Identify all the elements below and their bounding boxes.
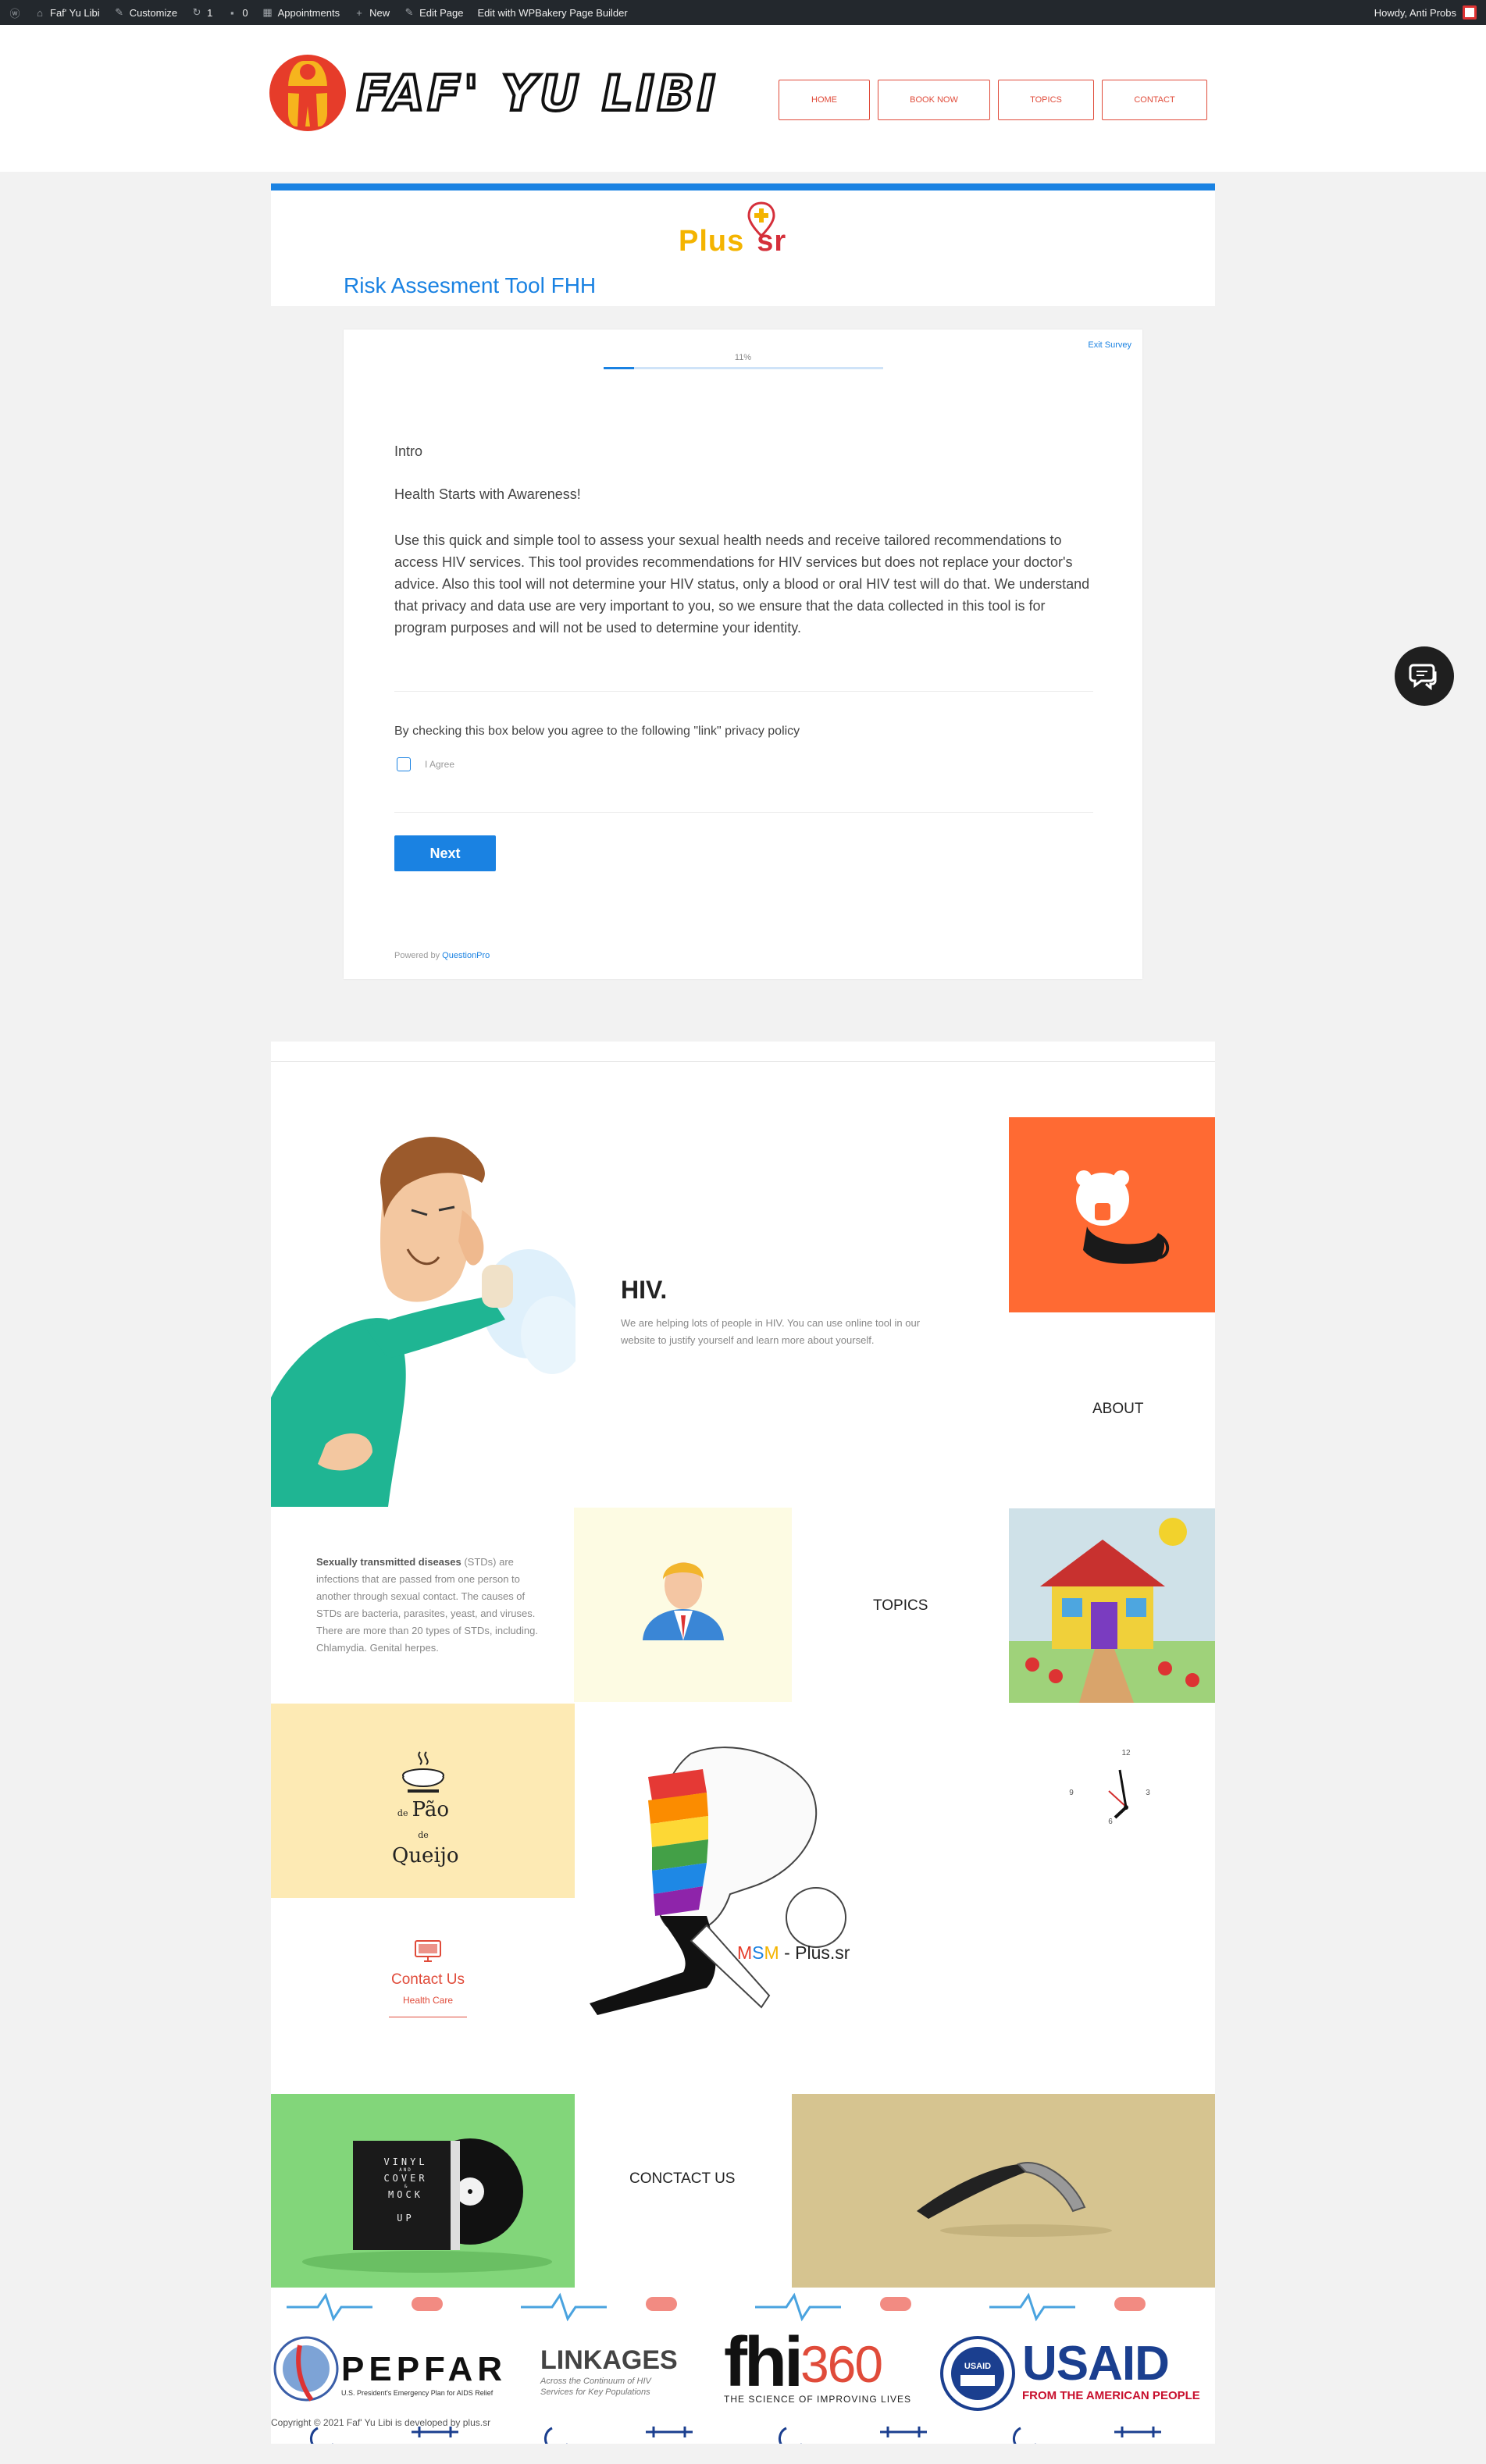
conctact-us-link[interactable]: CONCTACT US — [629, 2170, 735, 2188]
divider — [394, 691, 1093, 692]
account-menu[interactable]: Howdy, Anti Probs — [1374, 5, 1477, 20]
brush-icon: ✎ — [115, 6, 124, 18]
next-button[interactable]: Next — [394, 835, 496, 871]
folding-knife-image — [917, 2162, 1112, 2237]
updates-link[interactable]: ↻ 1 — [191, 6, 213, 19]
pepfar-seal-icon — [273, 2336, 339, 2402]
accent-bar — [271, 183, 1215, 190]
clock-icon: 12 3 6 9 — [1069, 1749, 1150, 1826]
topics-image-tile[interactable] — [574, 1508, 792, 1702]
survey-panel: Exit Survey 11% Intro Health Starts with… — [344, 329, 1142, 979]
msm-label: MSM - Plus.sr — [737, 1942, 850, 1963]
std-text: Sexually transmitted diseases (STDs) are… — [316, 1556, 538, 1654]
home-icon: ⌂ — [37, 6, 43, 19]
question-body: Use this quick and simple tool to assess… — [394, 532, 1090, 636]
chat-icon — [1409, 664, 1437, 690]
questionpro-link[interactable]: QuestionPro — [442, 951, 490, 960]
edit-page-link[interactable]: ✎ Edit Page — [404, 6, 464, 19]
site-header: FAF' YU LIBI HOME BOOK NOW TOPICS CONTAC… — [0, 25, 1486, 172]
avatar — [1463, 5, 1477, 20]
svg-text:12: 12 — [1121, 1749, 1131, 1757]
svg-text:3: 3 — [1146, 1789, 1150, 1797]
divider — [394, 812, 1093, 813]
nav-home[interactable]: HOME — [779, 80, 870, 120]
pepfar-logo[interactable] — [273, 2330, 340, 2412]
wp-logo-menu[interactable]: ⓦ — [9, 7, 20, 20]
nav-topics[interactable]: TOPICS — [998, 80, 1094, 120]
contact-us-card[interactable]: Contact Us Health Care — [389, 1939, 467, 2017]
usaid-logo[interactable]: USAID FROM THE AMERICAN PEOPLE — [1022, 2339, 1200, 2403]
vinyl-cover-text: VINYL AND COVER & MOCK UP — [383, 2156, 428, 2224]
house-drawing-image — [1009, 1508, 1215, 1703]
powered-by: Powered by QuestionPro — [394, 951, 490, 960]
content-footer-strip — [271, 1042, 1215, 1062]
topics-link[interactable]: TOPICS — [873, 1597, 928, 1615]
appointments-link[interactable]: ▦ Appointments — [262, 6, 340, 19]
about-link[interactable]: ABOUT — [1092, 1401, 1143, 1418]
coughing-man-illustration — [271, 1116, 576, 1507]
location-plus-icon — [747, 201, 775, 237]
nav-contact[interactable]: CONTACT — [1102, 80, 1207, 120]
agree-option[interactable]: I Agree — [397, 757, 454, 771]
progress-label: 11% — [734, 353, 752, 362]
wp-admin-bar: ⓦ ⌂ Faf' Yu Libi ✎ Customize ↻ 1 ▪ 0 ▦ Appoin… — [0, 0, 1486, 25]
svg-text:6: 6 — [1108, 1818, 1113, 1826]
refresh-icon: ↻ — [192, 6, 201, 18]
linkages-logo[interactable]: LINKAGES Across the Continuum of HIV Ser… — [540, 2345, 678, 2398]
vinyl-mockup-tile[interactable]: VINYL AND COVER & MOCK UP — [271, 2094, 575, 2288]
question-heading: Health Starts with Awareness! — [394, 486, 581, 502]
businessman-icon — [643, 1562, 724, 1640]
agree-label[interactable]: I Agree — [425, 759, 454, 770]
progress-bar — [604, 367, 883, 369]
comments-link[interactable]: ▪ 0 — [226, 7, 248, 19]
nav-book-now[interactable]: BOOK NOW — [878, 80, 990, 120]
pao-de-queijo-logo: de Pão de Queijo — [392, 1750, 458, 1866]
calendar-icon: ▦ — [262, 6, 273, 18]
house-drawing-tile[interactable] — [1009, 1508, 1215, 1703]
sponsor-logos: PEPFAR U.S. President's Emergency Plan f… — [271, 2327, 1215, 2412]
wpbakery-link[interactable]: Edit with WPBakery Page Builder — [477, 7, 627, 19]
monitor-icon — [415, 1940, 441, 1962]
hiv-text: We are helping lots of people in HIV. Yo… — [621, 1317, 921, 1346]
exit-survey-link[interactable]: Exit Survey — [1088, 340, 1131, 350]
customize-link[interactable]: ✎ Customize — [114, 6, 177, 19]
main-nav: HOME BOOK NOW TOPICS CONTACT — [779, 80, 1207, 120]
logo-figure-icon — [269, 55, 346, 131]
contact-us-subtitle: Health Care — [402, 1995, 454, 2006]
svg-text:USAID: USAID — [964, 2362, 991, 2371]
new-content-menu[interactable]: + New — [354, 7, 390, 19]
polar-bear-icon — [1076, 1170, 1170, 1264]
health-pattern-band — [271, 2288, 1215, 2327]
knife-image-tile[interactable] — [792, 2094, 1215, 2288]
wordpress-icon: ⓦ — [9, 7, 20, 20]
chat-button[interactable] — [1395, 646, 1454, 706]
site-logo[interactable]: FAF' YU LIBI — [269, 55, 718, 131]
msm-illustration — [574, 1738, 871, 2019]
clock-widget: 12 3 6 9 — [1009, 1704, 1215, 1898]
footer-copyright: Copyright © 2021 Faf' Yu Libi is develop… — [271, 2417, 491, 2428]
pao-de-queijo-tile[interactable]: de Pão de Queijo — [271, 1704, 575, 1898]
fhi360-logo[interactable]: fhi 360 THE SCIENCE OF IMPROVING LIVES — [724, 2327, 911, 2405]
consent-text: By checking this box below you agree to … — [394, 725, 800, 738]
page-title: Risk Assesment Tool FHH — [344, 273, 597, 297]
bowl-icon — [402, 1751, 444, 1793]
svg-text:9: 9 — [1069, 1789, 1074, 1797]
contact-us-title: Contact Us — [391, 1971, 465, 1988]
plus-sr-logo: Plus sr — [679, 201, 811, 264]
usaid-seal: USAID — [939, 2334, 1017, 2416]
comment-icon: ▪ — [230, 6, 234, 19]
logo-wordmark: FAF' YU LIBI — [355, 63, 718, 123]
plus-icon: + — [356, 6, 362, 19]
section-title: Intro — [394, 443, 423, 459]
site-name-menu[interactable]: ⌂ Faf' Yu Libi — [34, 7, 100, 19]
usaid-seal-icon: USAID — [940, 2336, 1015, 2411]
pencil-icon: ✎ — [404, 6, 414, 18]
pepfar-wordmark: PEPFAR U.S. President's Emergency Plan f… — [341, 2350, 508, 2397]
agree-checkbox[interactable] — [397, 757, 411, 771]
progress-fill — [604, 367, 635, 369]
about-image-tile[interactable] — [1009, 1117, 1215, 1312]
hiv-title: HIV. — [621, 1276, 668, 1304]
